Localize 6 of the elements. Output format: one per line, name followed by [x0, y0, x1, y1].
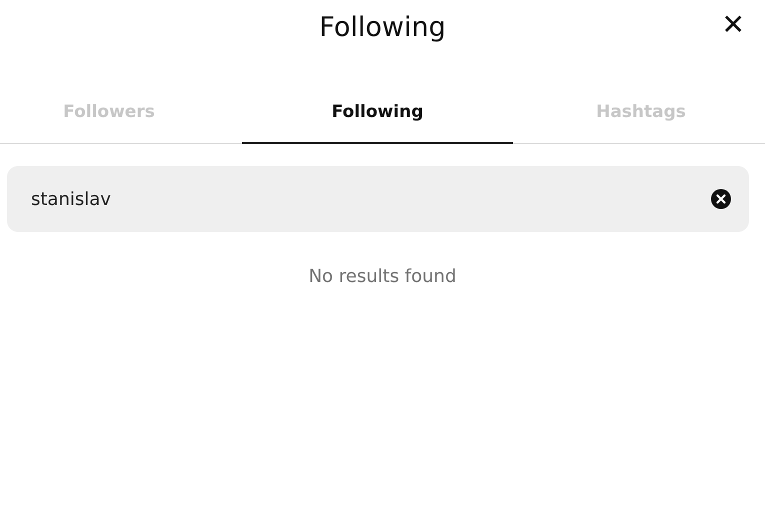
- search-field[interactable]: stanislav: [7, 166, 749, 232]
- dialog-title: Following: [319, 12, 446, 42]
- no-results-text: No results found: [308, 266, 456, 287]
- tab[interactable]: Following: [242, 82, 513, 144]
- clear-icon[interactable]: [711, 189, 731, 209]
- close-button[interactable]: ✕: [716, 6, 751, 43]
